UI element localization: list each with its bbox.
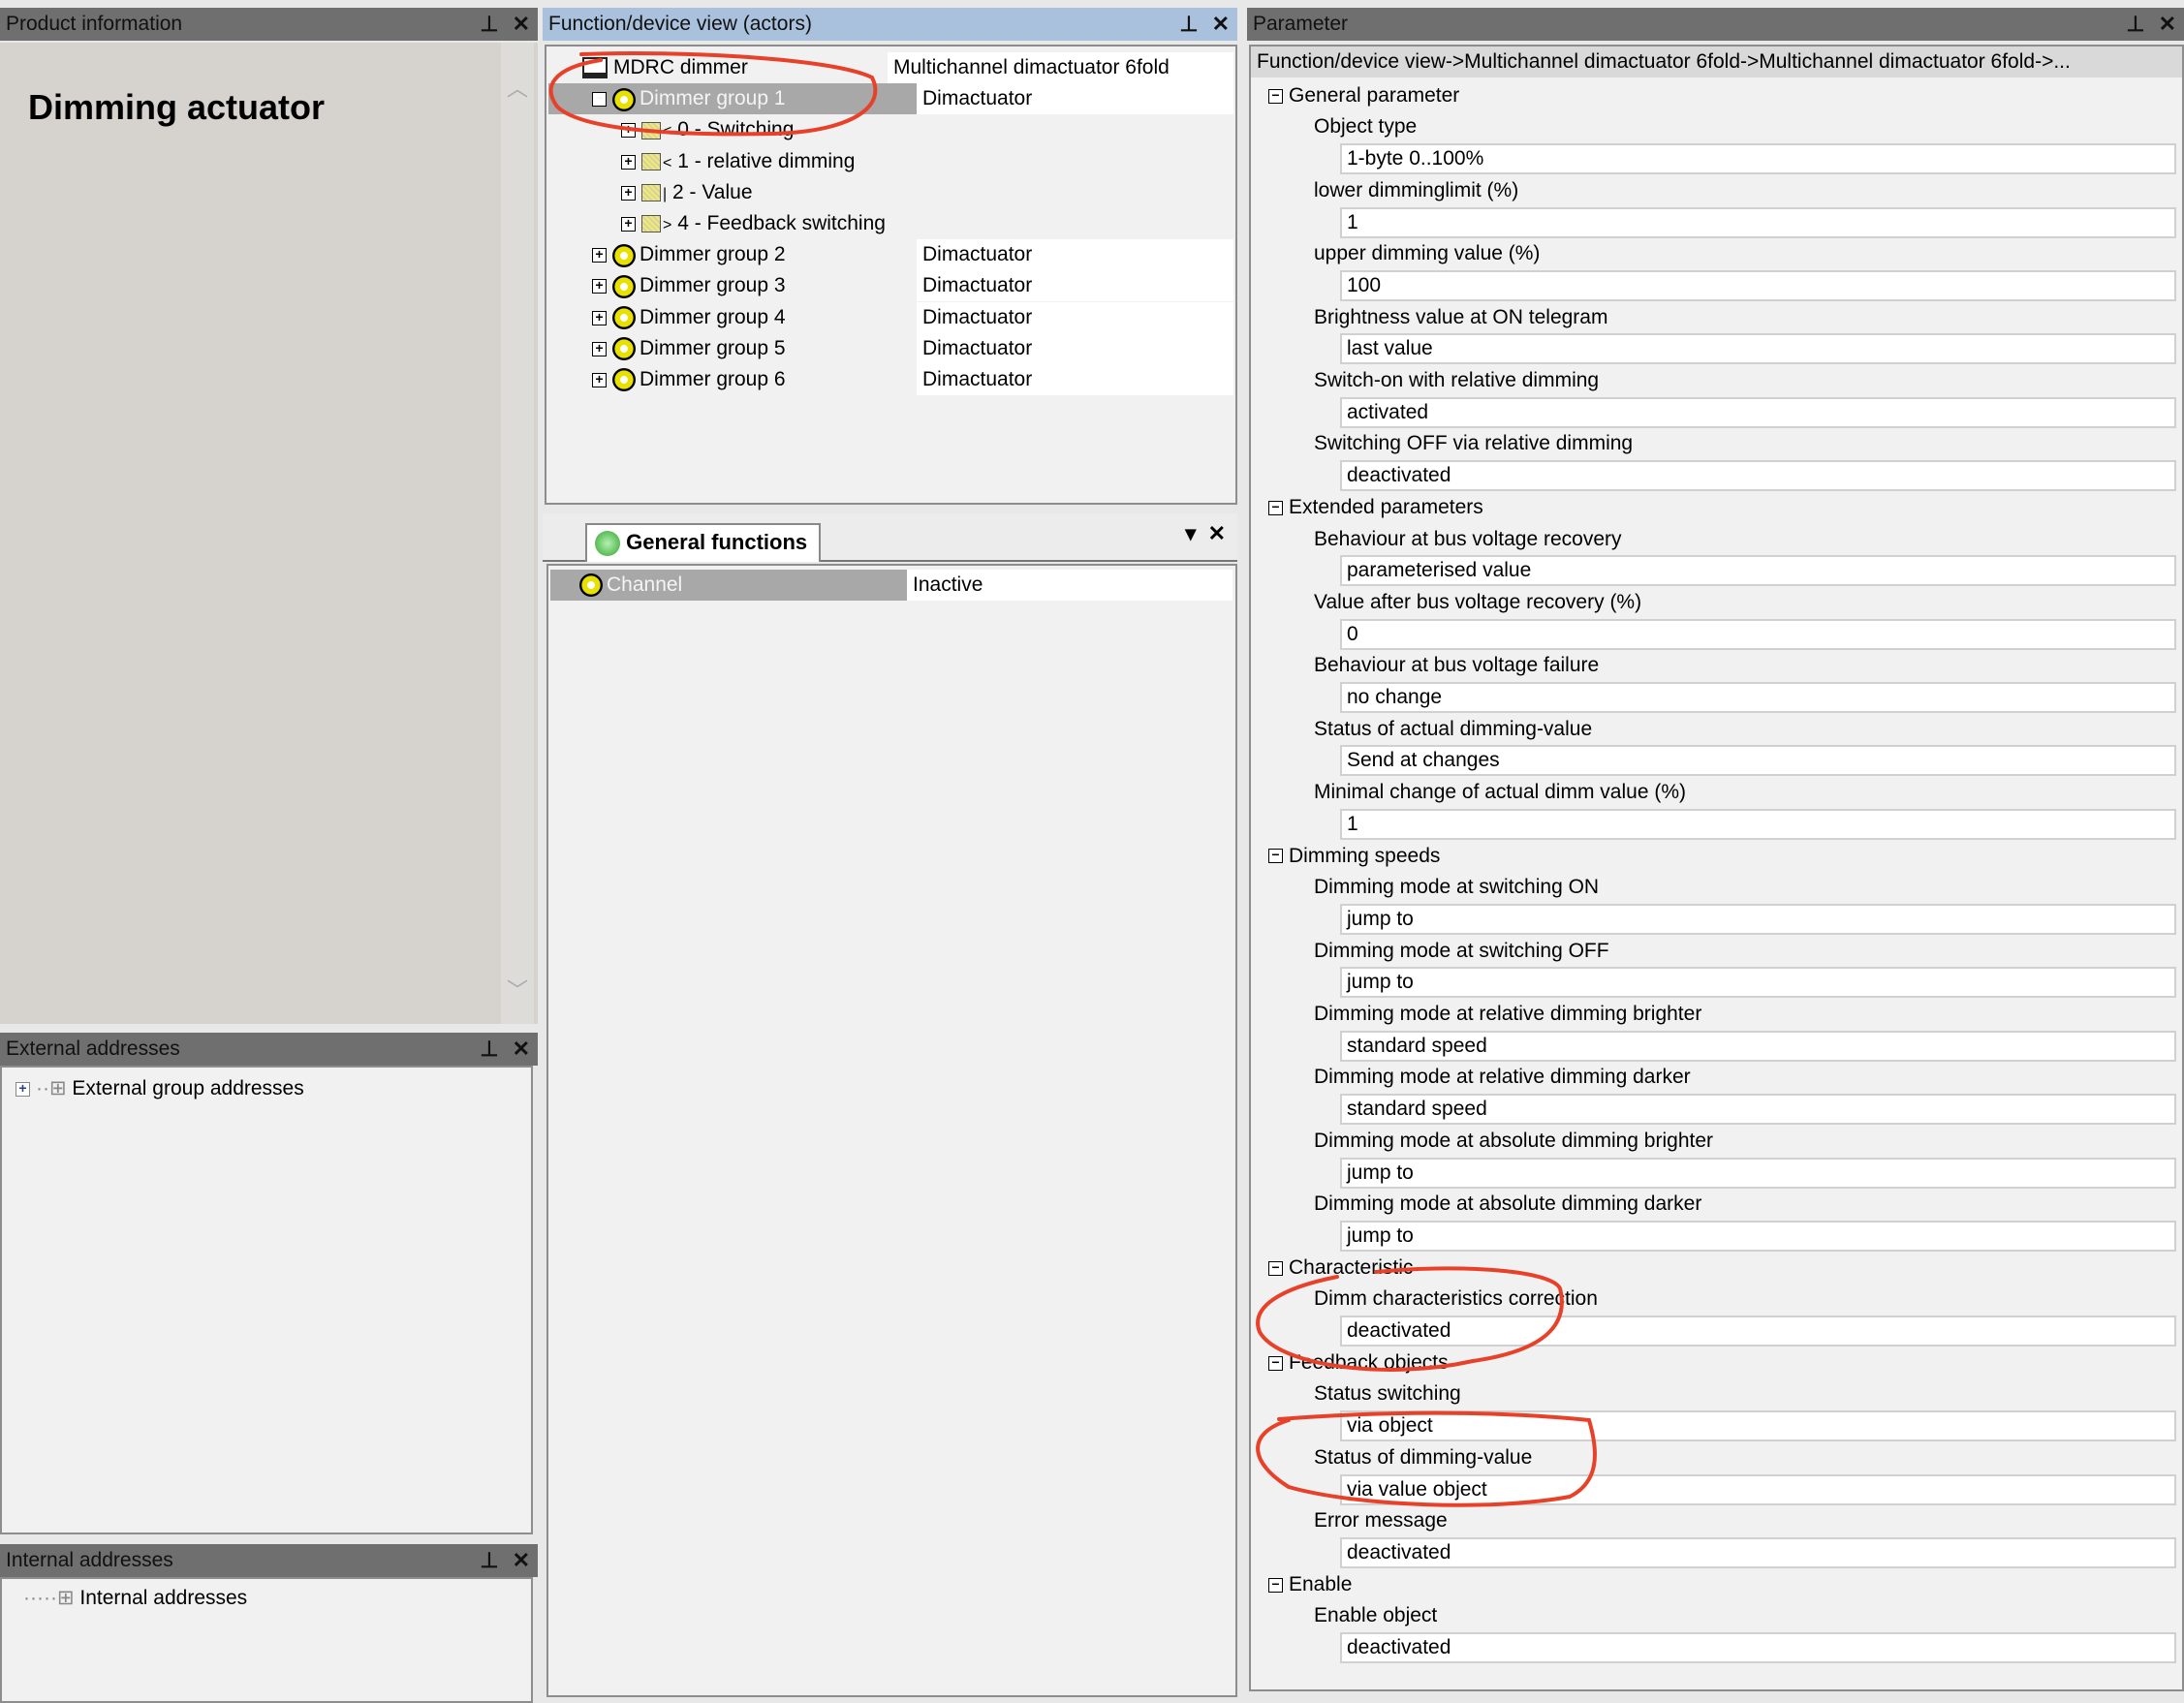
annotation-circle-device [548,51,878,137]
annotation-circle-feedback [1256,1266,1564,1372]
annotation-circle-dimming-value [1256,1410,1597,1507]
annotation-overlay [548,51,1597,1507]
